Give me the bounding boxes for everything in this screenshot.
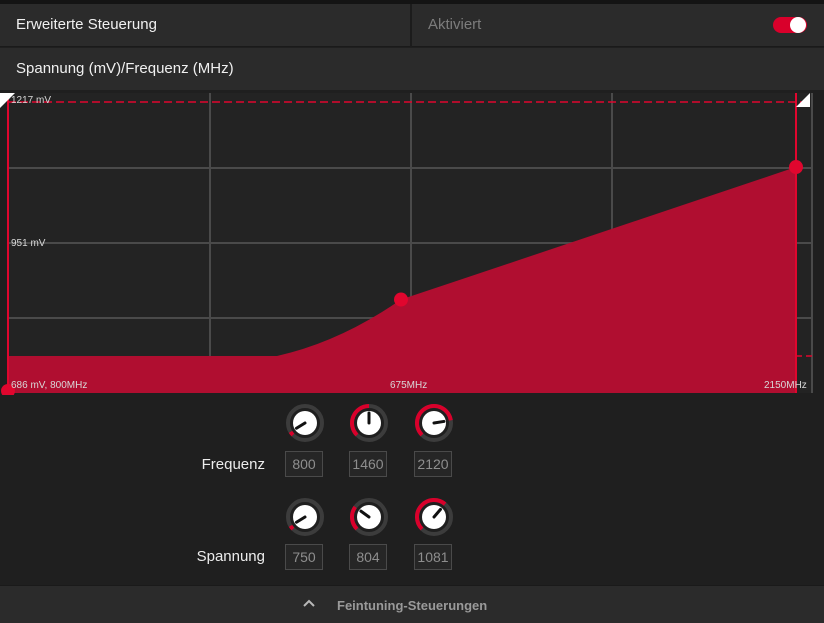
chevron-up-icon[interactable] (302, 597, 316, 609)
min-voltage-freq-label: 686 mV, 800MHz (11, 380, 87, 391)
voltage-value-1[interactable]: 750 (285, 544, 323, 570)
curve-point-2[interactable] (394, 292, 408, 307)
frequency-value-1[interactable]: 800 (285, 451, 323, 477)
toggle-knob (790, 17, 806, 33)
voltage-knob-2[interactable] (349, 497, 389, 537)
vf-section-header: Spannung (mV)/Frequenz (MHz) (0, 48, 824, 90)
vf-section-title: Spannung (mV)/Frequenz (MHz) (16, 60, 234, 77)
vf-curve-chart: 1217 mV 951 mV 686 mV, 800MHz 675MHz 215… (0, 90, 824, 395)
advanced-control-toggle[interactable] (773, 17, 807, 33)
row-divider (410, 4, 412, 47)
frequency-knob-3[interactable] (414, 403, 454, 443)
dial-icon[interactable] (414, 403, 454, 443)
fine-tuning-label[interactable]: Feintuning-Steuerungen (337, 598, 487, 613)
advanced-control-title: Erweiterte Steuerung (16, 16, 157, 33)
voltage-value-2[interactable]: 804 (349, 544, 387, 570)
voltage-label: Spannung (196, 548, 265, 565)
fine-tuning-footer[interactable]: Feintuning-Steuerungen (0, 585, 824, 623)
dial-icon[interactable] (414, 497, 454, 537)
frequency-value-2[interactable]: 1460 (349, 451, 387, 477)
voltage-knob-1[interactable] (285, 497, 325, 537)
mid-voltage-label: 951 mV (11, 238, 46, 249)
advanced-control-row: Erweiterte Steuerung Aktiviert (0, 4, 824, 47)
voltage-knob-3[interactable] (414, 497, 454, 537)
mid-freq-label: 675MHz (390, 380, 427, 391)
vf-curve-svg: 1217 mV 951 mV 686 mV, 800MHz 675MHz 215… (0, 93, 813, 395)
voltage-value-3[interactable]: 1081 (414, 544, 452, 570)
max-voltage-label: 1217 mV (11, 95, 51, 106)
dial-icon[interactable] (285, 497, 325, 537)
advanced-control-status: Aktiviert (428, 16, 482, 33)
max-freq-label: 2150MHz (764, 380, 807, 391)
dial-icon[interactable] (285, 403, 325, 443)
frequency-knob-1[interactable] (285, 403, 325, 443)
frequency-label: Frequenz (201, 456, 265, 473)
dial-icon[interactable] (349, 403, 389, 443)
curve-point-3[interactable] (789, 160, 803, 175)
frequency-knob-2[interactable] (349, 403, 389, 443)
dial-icon[interactable] (349, 497, 389, 537)
frequency-value-3[interactable]: 2120 (414, 451, 452, 477)
